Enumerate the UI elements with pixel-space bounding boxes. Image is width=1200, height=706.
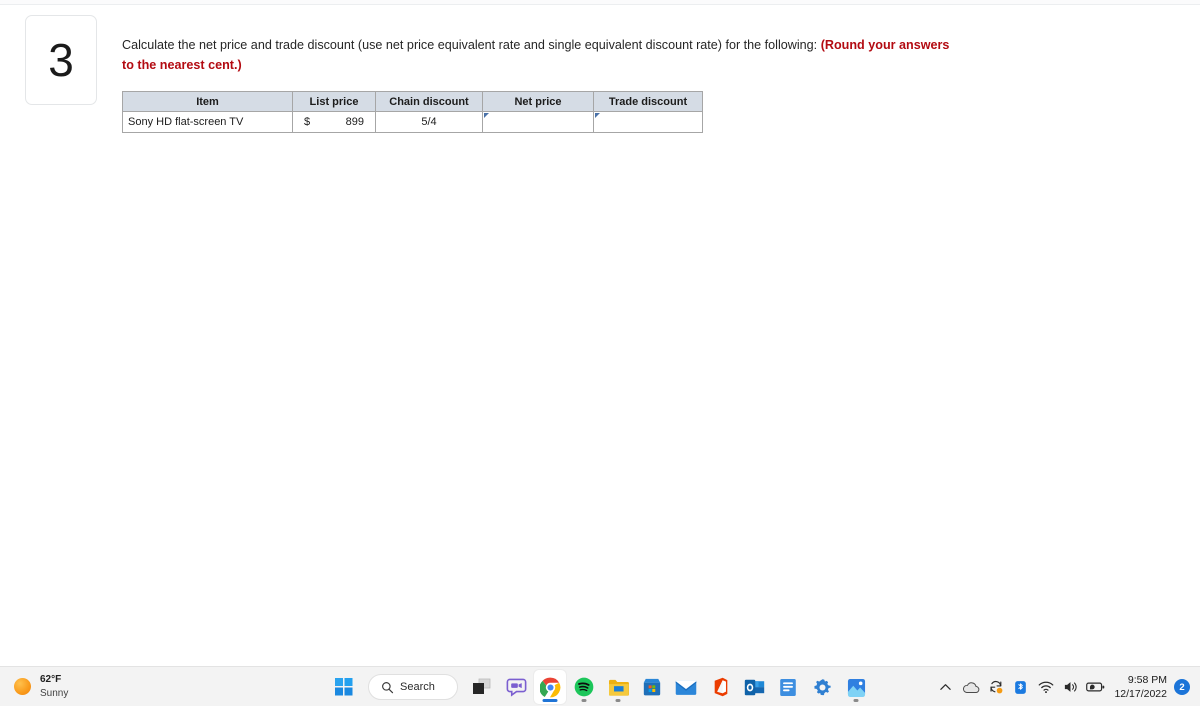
windows-logo-icon <box>335 678 353 696</box>
cell-list-price: $ 899 <box>292 111 376 133</box>
notification-badge[interactable]: 2 <box>1174 679 1190 695</box>
folder-icon <box>608 679 629 696</box>
question-prompt-text: Calculate the net price and trade discou… <box>122 38 821 52</box>
file-explorer-button[interactable] <box>602 670 634 704</box>
word-document-button[interactable] <box>772 670 804 704</box>
task-view-button[interactable] <box>466 670 498 704</box>
column-header-list-price: List price <box>292 91 376 112</box>
table-row: Sony HD flat-screen TV $ 899 5/4 <box>122 111 703 133</box>
clock-time: 9:58 PM <box>1127 673 1167 686</box>
microsoft-store-button[interactable] <box>636 670 668 704</box>
mail-button[interactable] <box>670 670 702 704</box>
spotify-icon <box>574 677 594 697</box>
spotify-button[interactable] <box>568 670 600 704</box>
column-header-net-price: Net price <box>482 91 594 112</box>
battery-icon <box>1086 682 1105 692</box>
mail-icon <box>675 679 697 695</box>
cloud-icon <box>962 681 980 693</box>
screen: 3 Calculate the net price and trade disc… <box>0 0 1200 706</box>
bluetooth-button[interactable] <box>1008 671 1033 703</box>
chat-bubble-icon <box>506 678 526 697</box>
gear-icon <box>813 678 831 695</box>
search-label: Search <box>400 681 435 693</box>
clock-date: 12/17/2022 <box>1114 687 1167 700</box>
cell-item: Sony HD flat-screen TV <box>122 111 293 133</box>
battery-button[interactable] <box>1083 671 1108 703</box>
column-header-chain-discount: Chain discount <box>375 91 483 112</box>
table-header-row: Item List price Chain discount Net price… <box>122 91 703 112</box>
cell-marker-icon <box>595 113 600 118</box>
speaker-icon <box>1064 682 1077 692</box>
column-header-trade-discount: Trade discount <box>593 91 703 112</box>
onedrive-button[interactable] <box>958 671 983 703</box>
bluetooth-icon <box>1015 680 1027 694</box>
active-indicator <box>542 699 558 702</box>
chat-button[interactable] <box>500 670 532 704</box>
running-indicator <box>853 699 859 702</box>
document-icon <box>780 678 796 696</box>
answer-table-wrapper: Item List price Chain discount Net price… <box>122 91 703 133</box>
outlook-button[interactable] <box>738 670 770 704</box>
cell-marker-icon <box>484 113 489 118</box>
show-hidden-icons-button[interactable] <box>933 671 958 703</box>
question-content-area: 3 Calculate the net price and trade disc… <box>0 5 1200 666</box>
list-price-currency: $ <box>304 116 311 128</box>
outlook-icon <box>744 679 764 695</box>
cell-chain-discount: 5/4 <box>375 111 483 133</box>
office-icon <box>714 677 727 697</box>
google-chrome-button[interactable] <box>534 670 566 704</box>
photos-icon <box>847 678 865 697</box>
system-tray: 9:58 PM 12/17/2022 2 <box>933 667 1190 706</box>
wifi-icon <box>1038 681 1054 694</box>
search-input[interactable]: Search <box>368 674 458 700</box>
weather-widget[interactable]: 62°F Sunny <box>14 674 68 700</box>
volume-button[interactable] <box>1058 671 1083 703</box>
list-price-amount: 899 <box>345 116 364 128</box>
question-prompt: Calculate the net price and trade discou… <box>122 35 952 75</box>
weather-temperature: 62°F <box>40 673 62 685</box>
task-view-icon <box>473 678 491 694</box>
start-button[interactable] <box>328 670 360 704</box>
update-sync-icon <box>990 680 1003 694</box>
microsoft-office-button[interactable] <box>704 670 736 704</box>
input-net-price[interactable] <box>482 111 594 133</box>
input-trade-discount[interactable] <box>593 111 703 133</box>
question-number: 3 <box>48 34 74 86</box>
photos-button[interactable] <box>840 670 872 704</box>
running-indicator <box>581 699 587 702</box>
store-icon <box>643 678 661 696</box>
windows-update-button[interactable] <box>983 671 1008 703</box>
answer-table: Item List price Chain discount Net price… <box>122 91 703 133</box>
question-number-card: 3 <box>25 15 97 105</box>
settings-button[interactable] <box>806 670 838 704</box>
windows-taskbar: 62°F Sunny Search 9:58 PM 12/17/2022 2 <box>0 666 1200 706</box>
search-icon <box>382 681 394 693</box>
chevron-up-icon <box>940 683 952 690</box>
column-header-item: Item <box>122 91 293 112</box>
weather-condition: Sunny <box>40 687 69 699</box>
chrome-icon <box>539 677 560 697</box>
clock[interactable]: 9:58 PM 12/17/2022 <box>1114 674 1167 701</box>
sun-icon <box>14 678 31 695</box>
network-button[interactable] <box>1033 671 1058 703</box>
taskbar-app-cluster: Search <box>328 667 872 706</box>
running-indicator <box>615 699 621 702</box>
